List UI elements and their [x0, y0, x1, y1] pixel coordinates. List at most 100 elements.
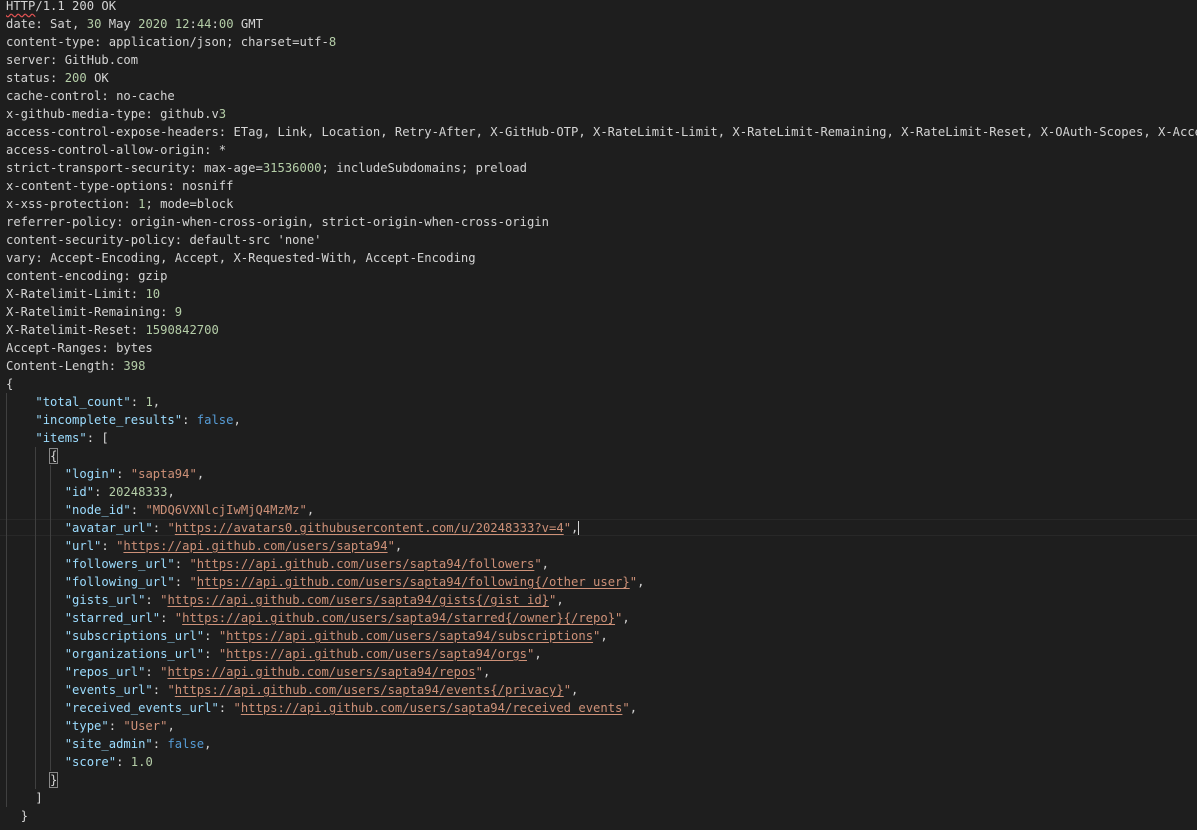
header-name: X-Ratelimit-Limit [6, 287, 131, 301]
header-name: content-security-policy [6, 233, 175, 247]
json-item-field: "gists_url": "https://api.github.com/use… [6, 591, 1197, 609]
header-line-ratelimit-limit: X-Ratelimit-Limit: 10 [6, 285, 1197, 303]
json-item-field: "events_url": "https://api.github.com/us… [6, 681, 1197, 699]
header-value: ; includeSubdomains; preload [321, 161, 527, 175]
status-line: HTTP/1.1 200 OK [6, 0, 1197, 15]
header-name: x-xss-protection [6, 197, 124, 211]
json-value[interactable]: https://api.github.com/users/sapta94/rec… [241, 701, 623, 715]
status-line-rest: /1.1 200 OK [35, 0, 117, 13]
header-name: access-control-allow-origin [6, 143, 205, 157]
json-value[interactable]: https://api.github.com/users/sapta94/gis… [167, 593, 549, 607]
brace: } [20, 809, 29, 823]
header-name: X-Ratelimit-Remaining [6, 305, 161, 319]
header-name: strict-transport-security [6, 161, 190, 175]
header-line-sts: strict-transport-security: max-age=31536… [6, 159, 1197, 177]
header-line-content-length: Content-Length: 398 [6, 357, 1197, 375]
header-value: : bytes [101, 341, 153, 355]
header-line-ratelimit-reset: X-Ratelimit-Reset: 1590842700 [6, 321, 1197, 339]
protocol-text: HTTP [6, 0, 36, 13]
header-value: 12 [174, 17, 190, 31]
json-value[interactable]: https://api.github.com/users/sapta94/sta… [182, 611, 615, 625]
brace: } [48, 772, 59, 788]
json-value: 20248333 [108, 485, 168, 499]
header-value: 200 [64, 71, 87, 85]
header-name: content-type [6, 35, 95, 49]
editor-lines: HTTP/1.1 200 OK date: Sat, 30 May 2020 1… [0, 0, 1197, 825]
json-value: false [167, 737, 205, 751]
text-cursor [578, 521, 580, 536]
json-value[interactable]: https://api.github.com/users/sapta94/eve… [175, 683, 564, 697]
json-line-items: "items": [ [6, 429, 1197, 447]
header-line-media-type: x-github-media-type: github.v3 [6, 105, 1197, 123]
json-key: "items" [35, 431, 87, 445]
json-item-field: "repos_url": "https://api.github.com/use… [6, 663, 1197, 681]
header-value: 00 [218, 17, 234, 31]
json-key: "following_url" [64, 575, 175, 589]
json-value[interactable]: https://avatars0.githubusercontent.com/u… [175, 521, 564, 535]
header-name: Content-Length [6, 359, 109, 373]
json-key: "node_id" [64, 503, 131, 517]
header-value: : no-cache [101, 89, 175, 103]
header-value: : ETag, Link, Location, Retry-After, X-G… [218, 125, 1197, 139]
header-value: : Accept-Encoding, Accept, X-Requested-W… [35, 251, 476, 265]
json-value[interactable]: https://api.github.com/users/sapta94/fol… [197, 557, 535, 571]
header-name: X-Ratelimit-Reset [6, 323, 131, 337]
header-line-content-encoding: content-encoding: gzip [6, 267, 1197, 285]
header-value: : github.v [145, 107, 219, 121]
header-line-xss-protection: x-xss-protection: 1; mode=block [6, 195, 1197, 213]
json-key: "followers_url" [64, 557, 175, 571]
json-item-field: "avatar_url": "https://avatars0.githubus… [0, 519, 1197, 537]
json-item-field: "followers_url": "https://api.github.com… [6, 555, 1197, 573]
header-value: : [160, 305, 175, 319]
code-editor[interactable]: HTTP/1.1 200 OK date: Sat, 30 May 2020 1… [0, 0, 1197, 830]
header-name: referrer-policy [6, 215, 117, 229]
header-value: : [50, 71, 65, 85]
json-key: "site_admin" [64, 737, 153, 751]
brace: { [6, 377, 14, 391]
json-item-field: "url": "https://api.github.com/users/sap… [6, 537, 1197, 555]
json-item-field: "site_admin": false, [6, 735, 1197, 753]
brace: { [48, 448, 59, 464]
bracket: [ [101, 431, 109, 445]
json-key: "subscriptions_url" [64, 629, 205, 643]
header-value [167, 17, 174, 31]
header-value: GMT [233, 17, 263, 31]
header-value: 31536000 [262, 161, 322, 175]
header-line-csp: content-security-policy: default-src 'no… [6, 231, 1197, 249]
json-items-close: ] [6, 789, 1197, 807]
header-value: OK [86, 71, 109, 85]
bracket: ] [35, 791, 43, 805]
header-value: : max-age= [189, 161, 263, 175]
json-value[interactable]: https://api.github.com/users/sapta94 [123, 539, 387, 553]
header-name: Accept-Ranges [6, 341, 102, 355]
header-value: : [130, 287, 146, 301]
json-key: "starred_url" [64, 611, 161, 625]
header-name: status [6, 71, 51, 85]
json-key: "incomplete_results" [35, 413, 183, 427]
json-value[interactable]: https://api.github.com/users/sapta94/fol… [197, 575, 630, 589]
json-key: "url" [64, 539, 102, 553]
header-value: 30 [86, 17, 102, 31]
json-item-close-brace: } [6, 771, 1197, 789]
json-key: "repos_url" [64, 665, 146, 679]
json-item-field: "received_events_url": "https://api.gith… [6, 699, 1197, 717]
json-value[interactable]: https://api.github.com/users/sapta94/org… [226, 647, 527, 661]
json-item-field: "starred_url": "https://api.github.com/u… [6, 609, 1197, 627]
json-line-total-count: "total_count": 1, [6, 393, 1197, 411]
header-line-content-type-options: x-content-type-options: nosniff [6, 177, 1197, 195]
json-value[interactable]: https://api.github.com/users/sapta94/rep… [167, 665, 475, 679]
header-value: : * [204, 143, 227, 157]
json-value[interactable]: https://api.github.com/users/sapta94/sub… [226, 629, 593, 643]
header-name: cache-control [6, 89, 102, 103]
json-key: "total_count" [35, 395, 131, 409]
json-item-field: "login": "sapta94", [6, 465, 1197, 483]
header-value: : [211, 17, 219, 31]
json-open-brace: { [6, 375, 1197, 393]
header-value: : [189, 17, 197, 31]
header-name: date [6, 17, 36, 31]
json-key: "organizations_url" [64, 647, 205, 661]
json-item-field: "subscriptions_url": "https://api.github… [6, 627, 1197, 645]
json-item-field: "type": "User", [6, 717, 1197, 735]
header-name: x-github-media-type [6, 107, 146, 121]
json-value: "MDQ6VXNlcjIwMjQ4MzMz" [145, 503, 307, 517]
